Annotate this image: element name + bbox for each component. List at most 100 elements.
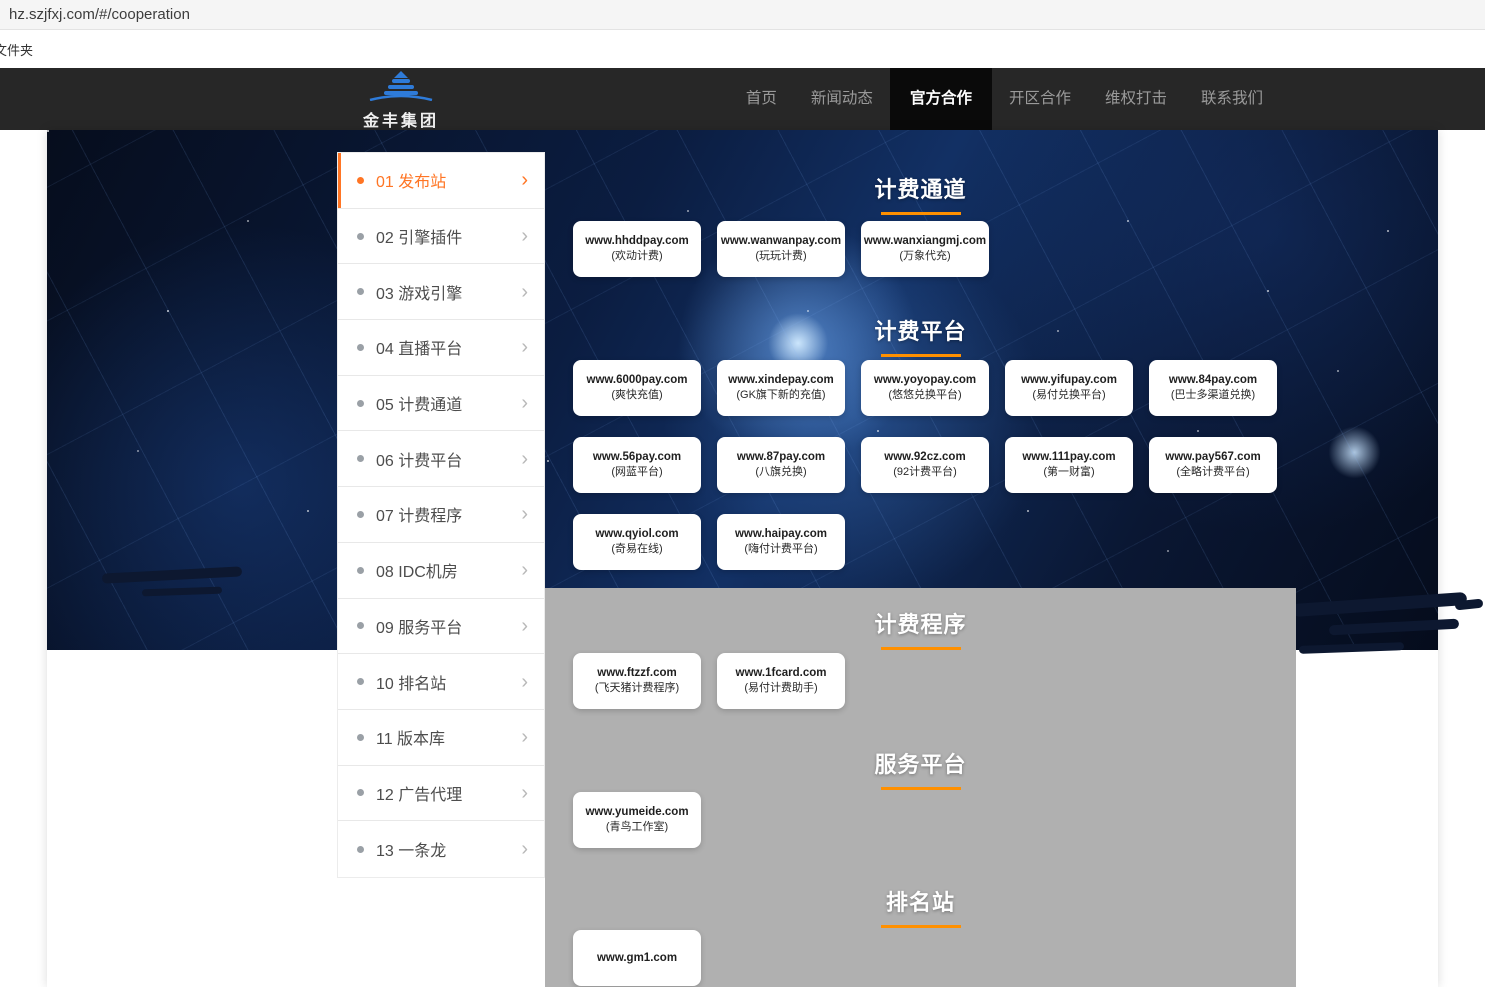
sidebar-item-billing-platforms[interactable]: 06 计费平台 › <box>338 431 544 487</box>
partner-card[interactable]: www.111pay.com (第一财富) <box>1005 437 1133 493</box>
partner-card[interactable]: www.wanwanpay.com (玩玩计费) <box>717 221 845 277</box>
card-name: (全略计费平台) <box>1176 465 1249 480</box>
card-url: www.hhddpay.com <box>585 234 689 249</box>
bullet-icon <box>357 177 364 184</box>
partner-card[interactable]: www.wanxiangmj.com (万象代充) <box>861 221 989 277</box>
partner-card[interactable]: www.gm1.com <box>573 930 701 986</box>
chevron-right-icon: › <box>521 672 528 692</box>
partner-card[interactable]: www.haipay.com (嗨付计费平台) <box>717 514 845 570</box>
page-url: hz.szjfxj.com/#/cooperation <box>9 6 190 23</box>
card-name: (万象代充) <box>899 249 950 264</box>
card-name: (网蓝平台) <box>611 465 662 480</box>
partner-card[interactable]: www.yoyopay.com (悠悠兑换平台) <box>861 360 989 416</box>
card-url: www.wanxiangmj.com <box>864 234 986 249</box>
pagoda-logo-icon <box>368 71 434 101</box>
bookmarks-folder[interactable]: 文件夹 <box>0 40 33 59</box>
main-nav: 首页 新闻动态 官方合作 开区合作 维权打击 联系我们 <box>729 68 1280 130</box>
page-wrapper: 01 发布站 › 02 引擎插件 › 03 游戏引擎 › 04 直播平台 › 0… <box>47 130 1438 987</box>
nav-item-news[interactable]: 新闻动态 <box>794 68 890 130</box>
bullet-icon <box>357 288 364 295</box>
partner-card[interactable]: www.pay567.com (全略计费平台) <box>1149 437 1277 493</box>
partner-card[interactable]: www.yumeide.com (青鸟工作室) <box>573 792 701 848</box>
bullet-icon <box>357 734 364 741</box>
sidebar-item-idc-rooms[interactable]: 08 IDC机房 › <box>338 543 544 599</box>
partner-card[interactable]: www.hhddpay.com (欢动计费) <box>573 221 701 277</box>
nav-item-cooperation[interactable]: 官方合作 <box>890 68 992 130</box>
section-heading: 计费平台 <box>545 314 1296 346</box>
nav-item-contact[interactable]: 联系我们 <box>1184 68 1280 130</box>
partner-card[interactable]: www.yifupay.com (易付兑换平台) <box>1005 360 1133 416</box>
bullet-icon <box>357 622 364 629</box>
card-name: (玩玩计费) <box>755 249 806 264</box>
card-url: www.pay567.com <box>1165 450 1260 465</box>
section-heading: 排名站 <box>545 885 1296 917</box>
bullet-icon <box>357 567 364 574</box>
card-name: (易付计费助手) <box>744 681 817 696</box>
partner-card[interactable]: www.92cz.com (92计费平台) <box>861 437 989 493</box>
partner-card[interactable]: www.ftzzf.com (飞天猪计费程序) <box>573 653 701 709</box>
partner-card[interactable]: www.qyiol.com (奇易在线) <box>573 514 701 570</box>
sidebar-item-version-library[interactable]: 11 版本库 › <box>338 710 544 766</box>
card-row: www.6000pay.com (爽快充值) www.xindepay.com … <box>573 360 1283 570</box>
bullet-icon <box>357 344 364 351</box>
site-logo[interactable]: 金丰集团 JIN FENG JI TUAN <box>355 71 447 139</box>
sidebar-item-billing-channels[interactable]: 05 计费通道 › <box>338 376 544 432</box>
card-name: (悠悠兑换平台) <box>888 388 961 403</box>
chevron-right-icon: › <box>521 337 528 357</box>
partner-card[interactable]: www.84pay.com (巴士多渠道兑换) <box>1149 360 1277 416</box>
nav-item-rights[interactable]: 维权打击 <box>1088 68 1184 130</box>
card-url: www.92cz.com <box>884 450 965 465</box>
site-header: 金丰集团 JIN FENG JI TUAN 首页 新闻动态 官方合作 开区合作 … <box>0 68 1485 130</box>
section-title-billing-programs: 计费程序 <box>545 607 1296 650</box>
sidebar-item-label: 03 游戏引擎 <box>376 280 462 304</box>
card-name: (八旗兑换) <box>755 465 806 480</box>
sidebar-item-label: 11 版本库 <box>376 725 445 749</box>
card-url: www.yoyopay.com <box>874 373 976 388</box>
partner-card[interactable]: www.xindepay.com (GK旗下新的充值) <box>717 360 845 416</box>
sidebar-item-release-sites[interactable]: 01 发布站 › <box>338 153 544 209</box>
browser-address-bar[interactable]: hz.szjfxj.com/#/cooperation <box>0 0 1485 30</box>
sidebar-item-ranking-sites[interactable]: 10 排名站 › <box>338 654 544 710</box>
nav-item-open-zone[interactable]: 开区合作 <box>992 68 1088 130</box>
card-url: www.1fcard.com <box>736 666 827 681</box>
card-row: www.gm1.com <box>573 930 1283 986</box>
chevron-right-icon: › <box>521 449 528 469</box>
sidebar-item-live-platforms[interactable]: 04 直播平台 › <box>338 320 544 376</box>
sidebar-item-engine-plugins[interactable]: 02 引擎插件 › <box>338 209 544 265</box>
sidebar-item-label: 07 计费程序 <box>376 502 462 526</box>
logo-title: 金丰集团 <box>355 107 447 131</box>
sidebar-item-ad-agency[interactable]: 12 广告代理 › <box>338 766 544 822</box>
card-url: www.87pay.com <box>737 450 825 465</box>
partner-card[interactable]: www.1fcard.com (易付计费助手) <box>717 653 845 709</box>
category-sidebar: 01 发布站 › 02 引擎插件 › 03 游戏引擎 › 04 直播平台 › 0… <box>337 152 545 878</box>
chevron-right-icon: › <box>521 504 528 524</box>
card-name: (第一财富) <box>1043 465 1094 480</box>
partner-card[interactable]: www.87pay.com (八旗兑换) <box>717 437 845 493</box>
card-name: (嗨付计费平台) <box>744 542 817 557</box>
card-name: (易付兑换平台) <box>1032 388 1105 403</box>
card-url: www.ftzzf.com <box>597 666 676 681</box>
sidebar-item-one-stop[interactable]: 13 一条龙 › <box>338 821 544 877</box>
card-url: www.gm1.com <box>597 951 677 966</box>
partner-card[interactable]: www.56pay.com (网蓝平台) <box>573 437 701 493</box>
sidebar-item-label: 02 引擎插件 <box>376 224 462 248</box>
card-url: www.6000pay.com <box>587 373 688 388</box>
sidebar-item-game-engines[interactable]: 03 游戏引擎 › <box>338 264 544 320</box>
card-name: (青鸟工作室) <box>606 820 668 835</box>
chevron-right-icon: › <box>521 727 528 747</box>
main-content: 计费通道 www.hhddpay.com (欢动计费) www.wanwanpa… <box>545 130 1296 987</box>
title-underline <box>881 647 961 650</box>
bookmarks-bar: 文件夹 <box>0 30 1485 68</box>
chevron-right-icon: › <box>521 226 528 246</box>
nav-item-home[interactable]: 首页 <box>729 68 794 130</box>
card-name: (GK旗下新的充值) <box>736 388 825 403</box>
partner-card[interactable]: www.6000pay.com (爽快充值) <box>573 360 701 416</box>
bullet-icon <box>357 846 364 853</box>
bullet-icon <box>357 789 364 796</box>
section-title-billing-platforms: 计费平台 <box>545 314 1296 357</box>
sidebar-item-billing-programs[interactable]: 07 计费程序 › <box>338 487 544 543</box>
sidebar-item-label: 08 IDC机房 <box>376 558 458 582</box>
section-heading: 计费程序 <box>545 607 1296 639</box>
sidebar-item-service-platforms[interactable]: 09 服务平台 › <box>338 599 544 655</box>
card-url: www.111pay.com <box>1022 450 1115 465</box>
